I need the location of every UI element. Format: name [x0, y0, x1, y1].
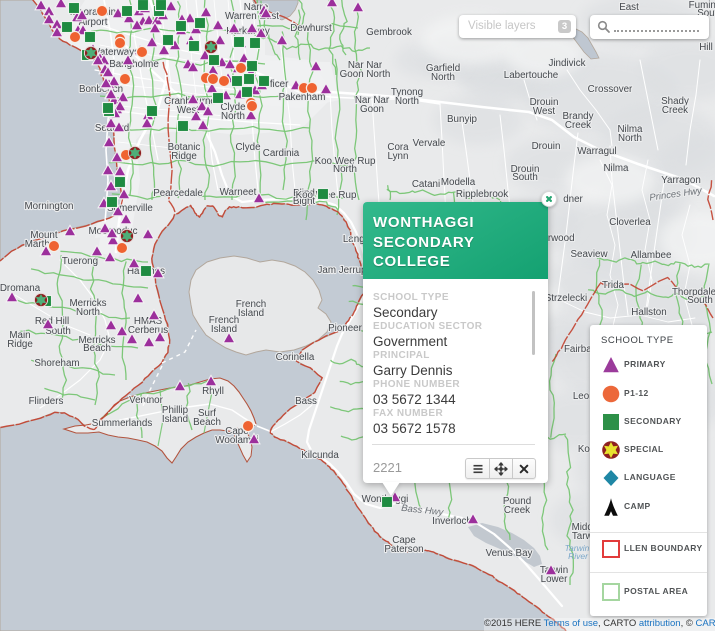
svg-text:Dromana: Dromana: [0, 283, 41, 294]
svg-text:Ridge: Ridge: [171, 151, 197, 162]
svg-text:Mornington: Mornington: [24, 201, 73, 212]
svg-text:Crossover: Crossover: [588, 84, 633, 95]
svg-text:Lower: Lower: [541, 574, 568, 585]
svg-text:Lynn: Lynn: [388, 151, 409, 162]
svg-text:Creek: Creek: [504, 505, 530, 516]
svg-text:North: North: [76, 307, 100, 318]
svg-text:Pearcedale: Pearcedale: [153, 188, 203, 199]
svg-text:Goon North: Goon North: [340, 69, 391, 80]
svg-text:Beach: Beach: [83, 343, 111, 354]
svg-text:Flinders: Flinders: [29, 396, 64, 407]
svg-text:East: East: [619, 2, 639, 13]
svg-text:Island: Island: [162, 414, 188, 425]
svg-text:West: West: [533, 106, 555, 117]
svg-text:Paterson: Paterson: [384, 544, 423, 555]
svg-text:Nilma: Nilma: [603, 163, 629, 174]
svg-text:Trida: Trida: [602, 280, 625, 291]
svg-text:Beach: Beach: [193, 417, 221, 428]
svg-text:Yarragon: Yarragon: [661, 175, 701, 186]
svg-text:Strzelecki: Strzelecki: [545, 293, 587, 304]
svg-text:Seaview: Seaview: [570, 249, 608, 260]
svg-text:North: North: [431, 72, 455, 83]
svg-text:North: North: [221, 111, 245, 122]
svg-text:Jindivick: Jindivick: [548, 58, 585, 69]
svg-text:Summerlands: Summerlands: [92, 418, 153, 429]
svg-text:Pioneer: Pioneer: [328, 323, 363, 334]
svg-text:Vervale: Vervale: [413, 138, 446, 149]
svg-text:River: River: [568, 551, 589, 561]
svg-text:Island: Island: [238, 308, 264, 319]
svg-text:Labertouche: Labertouche: [504, 70, 559, 81]
svg-text:Shoreham: Shoreham: [34, 358, 79, 369]
svg-text:South: South: [512, 172, 538, 183]
svg-text:Corinella: Corinella: [276, 352, 315, 363]
svg-text:Tuerong: Tuerong: [62, 256, 98, 267]
svg-text:Ridge: Ridge: [7, 339, 33, 350]
svg-text:Bass: Bass: [295, 396, 317, 407]
svg-text:Warragul: Warragul: [577, 146, 616, 157]
svg-text:Drouin: Drouin: [532, 141, 561, 152]
svg-text:North: North: [395, 96, 419, 107]
svg-text:Modella: Modella: [441, 177, 476, 188]
svg-text:Creek: Creek: [662, 105, 688, 116]
svg-text:Bunyip: Bunyip: [447, 114, 478, 125]
svg-text:Ripplebrook: Ripplebrook: [456, 189, 508, 200]
svg-text:South: South: [687, 295, 713, 306]
svg-text:Hallston: Hallston: [631, 307, 666, 318]
svg-text:Clyde: Clyde: [235, 142, 261, 153]
svg-text:Creek: Creek: [565, 120, 591, 131]
svg-text:Warneet: Warneet: [220, 187, 257, 198]
svg-text:Catani: Catani: [412, 179, 440, 190]
svg-text:Cloverlea: Cloverlea: [609, 217, 651, 228]
svg-text:Allambee: Allambee: [631, 250, 672, 261]
svg-text:Jam Jerrup: Jam Jerrup: [318, 265, 368, 276]
svg-text:Gembrook: Gembrook: [366, 27, 412, 38]
svg-text:dner: dner: [563, 194, 583, 205]
svg-text:Island: Island: [211, 324, 237, 335]
svg-text:Venus Bay: Venus Bay: [486, 548, 533, 559]
svg-text:Goon: Goon: [360, 104, 384, 115]
svg-text:North: North: [618, 133, 642, 144]
svg-text:North: North: [333, 164, 357, 175]
svg-text:Cardinia: Cardinia: [263, 148, 300, 159]
svg-text:Dewhurst: Dewhurst: [290, 23, 332, 34]
svg-text:Rhyll: Rhyll: [202, 386, 224, 397]
svg-text:Hill: Hill: [699, 42, 713, 53]
svg-text:Kilcunda: Kilcunda: [301, 450, 339, 461]
